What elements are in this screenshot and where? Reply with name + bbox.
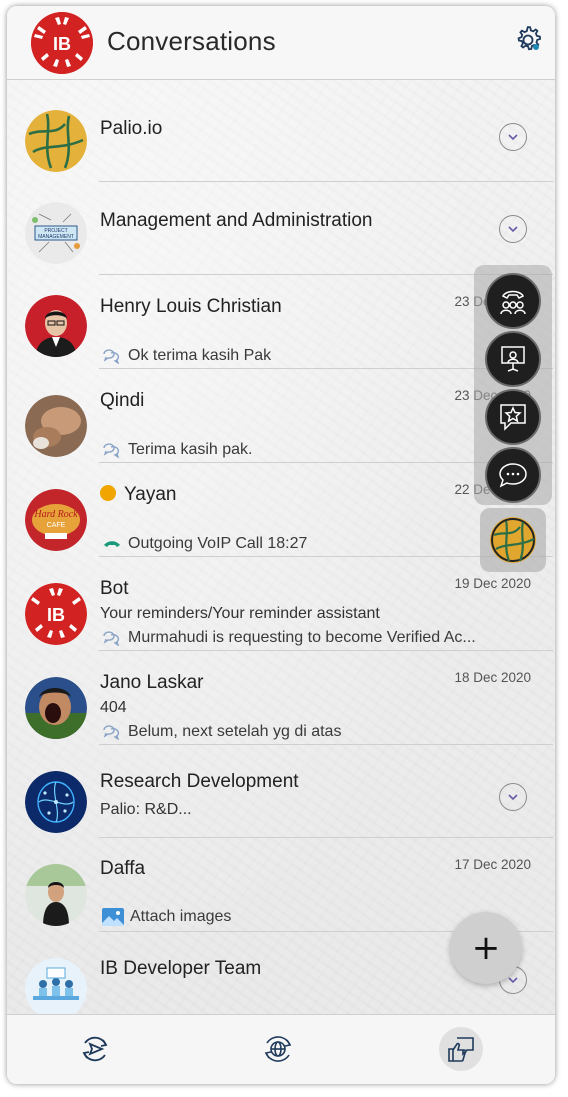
- message-text: Outgoing VoIP Call 18:27: [128, 535, 308, 552]
- chat-dots-icon[interactable]: [485, 447, 541, 503]
- message-text: Terima kasih pak.: [128, 441, 253, 458]
- conversation-subtitle: Palio: R&D...: [100, 801, 192, 818]
- conversation-name: Palio.io: [100, 118, 163, 139]
- chevron-down-icon[interactable]: [499, 783, 527, 811]
- globe-refresh-icon[interactable]: [258, 1029, 298, 1069]
- app-screen: IB Conversations Palio.io PROJECT MANAGE…: [7, 6, 555, 1084]
- conversation-row[interactable]: IB Bot 19 Dec 2020 Your reminders/Your r…: [7, 557, 555, 651]
- thumbs-up-chat-icon[interactable]: [439, 1027, 483, 1071]
- message-text: Murmahudi is requesting to become Verifi…: [128, 629, 476, 646]
- gear-icon[interactable]: [511, 23, 545, 57]
- message-text: Attach images: [130, 908, 232, 925]
- conversation-row[interactable]: Hard Rock CAFE Yayan 22 Dec 2020 Outgoin…: [7, 463, 555, 557]
- avatar: [25, 295, 87, 357]
- avatar: [25, 110, 87, 172]
- chevron-down-icon[interactable]: [499, 215, 527, 243]
- last-message: Terima kasih pak.: [102, 441, 253, 459]
- logo-text: IB: [47, 605, 65, 625]
- chat-bubble-icon: [103, 443, 120, 458]
- send-refresh-icon[interactable]: [75, 1029, 115, 1069]
- image-icon: [102, 908, 124, 926]
- conversation-name: Daffa: [100, 858, 146, 879]
- conversation-name: Management and Administration: [100, 210, 373, 231]
- app-logo[interactable]: IB: [31, 12, 93, 74]
- presentation-icon[interactable]: [485, 331, 541, 387]
- avatar: [25, 395, 87, 457]
- conversation-name: Qindi: [100, 390, 145, 411]
- conversation-date: 18 Dec 2020: [454, 670, 531, 685]
- message-text: Ok terima kasih Pak: [128, 347, 272, 364]
- conversation-name-text: Yayan: [124, 484, 177, 505]
- last-message: Belum, next setelah yg di atas: [102, 723, 341, 741]
- verified-badge-icon: [100, 484, 116, 501]
- conversation-row[interactable]: Henry Louis Christian 23 Dec 2020 Ok ter…: [7, 275, 555, 369]
- avatar: [25, 677, 87, 739]
- conversation-row[interactable]: Qindi 23 Dec 2020 Terima kasih pak.: [7, 369, 555, 463]
- new-conversation-button[interactable]: +: [450, 912, 522, 984]
- conference-call-icon[interactable]: [485, 273, 541, 329]
- conversation-name: IB Developer Team: [100, 958, 262, 979]
- palio-shortcut[interactable]: [480, 508, 546, 572]
- conversation-date: 19 Dec 2020: [454, 576, 531, 591]
- avatar: [25, 864, 87, 926]
- conversation-row[interactable]: PROJECT MANAGEMENT Management and Admini…: [7, 182, 555, 275]
- svg-text:MANAGEMENT: MANAGEMENT: [38, 234, 74, 240]
- last-message: Ok terima kasih Pak: [102, 347, 271, 365]
- message-text: Belum, next setelah yg di atas: [128, 723, 342, 740]
- conversation-date: 17 Dec 2020: [454, 857, 531, 872]
- floating-action-dock: [474, 265, 552, 505]
- last-message: Attach images: [102, 908, 231, 926]
- avatar: IB: [25, 583, 87, 645]
- avatar: [25, 771, 87, 833]
- conversation-name: Research Development: [100, 771, 299, 792]
- starred-chat-icon[interactable]: [485, 389, 541, 445]
- last-message: Murmahudi is requesting to become Verifi…: [102, 629, 476, 647]
- conversation-row[interactable]: Palio.io: [7, 90, 555, 182]
- chat-bubble-icon: [103, 631, 120, 646]
- palio-logo-icon: [490, 517, 536, 563]
- avatar: PROJECT MANAGEMENT: [25, 202, 87, 264]
- last-message: Outgoing VoIP Call 18:27: [102, 535, 307, 553]
- conversation-name: Henry Louis Christian: [100, 296, 282, 317]
- avatar: Hard Rock CAFE: [25, 489, 87, 551]
- conversation-name: Yayan: [100, 484, 176, 506]
- chat-bubble-icon: [103, 725, 120, 740]
- app-header: IB Conversations: [7, 6, 555, 80]
- avatar: [25, 958, 87, 1020]
- phone-outgoing-icon: [104, 541, 120, 547]
- chevron-down-icon[interactable]: [499, 123, 527, 151]
- page-title: Conversations: [107, 26, 276, 56]
- conversation-name: Jano Laskar: [100, 672, 204, 693]
- chat-bubble-icon: [103, 349, 120, 364]
- svg-text:CAFE: CAFE: [47, 522, 66, 529]
- conversation-subtitle: 404: [100, 699, 127, 716]
- conversation-row[interactable]: Research Development Palio: R&D...: [7, 745, 555, 838]
- svg-text:Hard Rock: Hard Rock: [33, 509, 78, 520]
- conversation-subtitle: Your reminders/Your reminder assistant: [100, 605, 380, 622]
- bottom-navigation: [7, 1014, 555, 1084]
- conversation-name: Bot: [100, 578, 129, 599]
- logo-text: IB: [53, 34, 71, 54]
- conversation-row[interactable]: Jano Laskar 18 Dec 2020 404 Belum, next …: [7, 651, 555, 745]
